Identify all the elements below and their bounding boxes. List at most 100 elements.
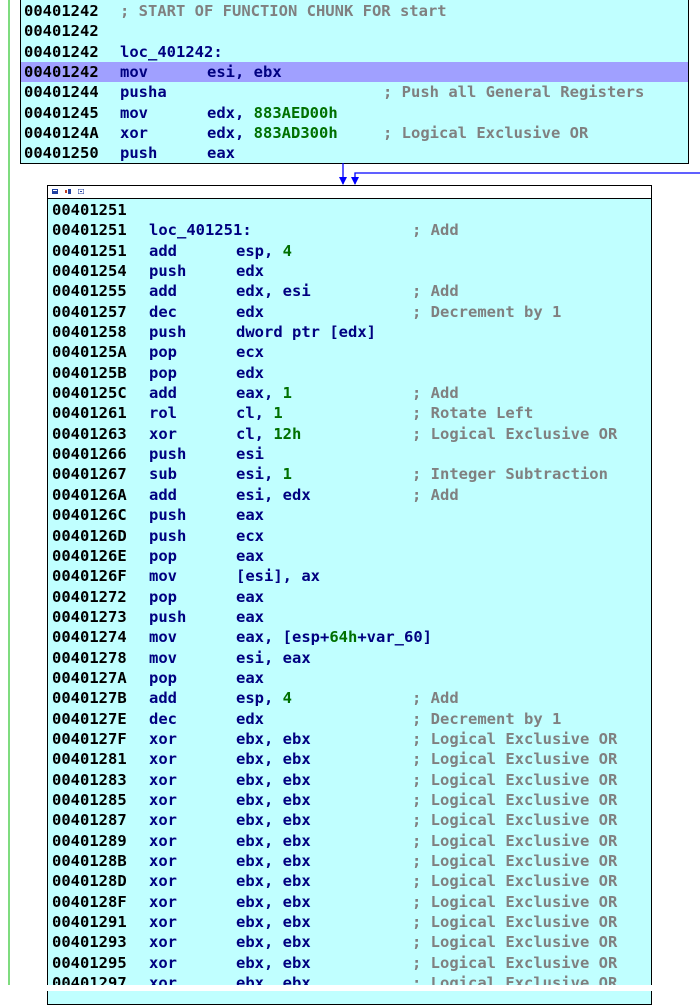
operand-text: esp,: [236, 689, 283, 708]
code-line[interactable]: 00401244 pusha ; Push all General Register…: [21, 82, 688, 102]
line-comment: ; Add: [412, 282, 459, 301]
code-line[interactable]: 0040126F mov [esi], ax: [48, 566, 651, 586]
operand-text: ebx, ebx: [236, 933, 311, 952]
operand-text: eax: [236, 607, 264, 626]
code-line[interactable]: 0040128D xor ebx, ebx ; Logical Exclusive O…: [48, 871, 651, 891]
line-address: 00401242: [24, 42, 99, 61]
graph-group-icon[interactable]: [78, 189, 84, 194]
code-line[interactable]: 00401289 xor ebx, ebx ; Logical Exclusive O…: [48, 831, 651, 851]
code-line[interactable]: 00401272 pop eax: [48, 587, 651, 607]
code-line[interactable]: 0040126E pop eax: [48, 546, 651, 566]
operand-text: ebx, ebx: [236, 831, 311, 850]
code-line[interactable]: 00401245 mov edx, 883AED00h: [21, 103, 688, 123]
line-address: 00401274: [52, 628, 127, 647]
operand-text: edx,: [207, 124, 254, 143]
code-block-start-chunk[interactable]: 00401242 ; START OF FUNCTION CHUNK FOR st…: [20, 0, 689, 164]
line-address: 00401251: [52, 201, 127, 219]
code-line[interactable]: 00401291 xor ebx, ebx ; Logical Exclusive O…: [48, 912, 651, 932]
operand-text: ecx: [236, 526, 264, 545]
edge-arrowhead-1: [339, 177, 347, 185]
line-comment: ; Logical Exclusive OR: [412, 424, 618, 443]
instruction-operands: ebx, ebx: [236, 729, 311, 749]
code-lines: 00401242 ; START OF FUNCTION CHUNK FOR st…: [21, 1, 688, 164]
instruction-mnemonic: push: [120, 144, 158, 163]
code-line[interactable]: 00401255 add edx, esi ; Add: [48, 281, 651, 301]
code-line[interactable]: 0040127E dec edx ; Decrement by 1: [48, 709, 651, 729]
instruction-mnemonic: rol: [149, 404, 177, 423]
line-comment: ; Logical Exclusive OR: [412, 750, 618, 769]
line-address: 00401273: [52, 607, 127, 626]
code-line[interactable]: 0040126A add esi, edx ; Add: [48, 485, 651, 505]
code-line[interactable]: 00401295 xor ebx, ebx ; Logical Exclusive O…: [48, 953, 651, 973]
code-line[interactable]: 00401242 mov esi, ebx: [21, 62, 688, 83]
code-line[interactable]: 00401251 add esp, 4: [48, 241, 651, 261]
code-line[interactable]: 00401285 xor ebx, ebx ; Logical Exclusive O…: [48, 790, 651, 810]
code-line[interactable]: 00401274 mov eax, [esp+64h+var_60]: [48, 627, 651, 647]
line-address: 00401250: [24, 144, 99, 163]
graph-set-color-icon[interactable]: [65, 189, 71, 194]
instruction-operands: edx, 883AD300h: [207, 123, 338, 143]
line-address: 00401272: [52, 587, 127, 606]
code-line[interactable]: 00401273 push eax: [48, 607, 651, 627]
operand-text: ebx, ebx: [236, 872, 311, 891]
instruction-mnemonic: dec: [149, 302, 177, 321]
operand-text: edx: [236, 363, 264, 382]
code-line[interactable]: 00401287 xor ebx, ebx ; Logical Exclusive O…: [48, 810, 651, 830]
operand-text: ebx, ebx: [236, 953, 311, 972]
code-line[interactable]: 00401263 xor cl, 12h ; Logical Exclusive OR: [48, 424, 651, 444]
line-address: 00401287: [52, 811, 127, 830]
operand-number: 4: [282, 241, 293, 260]
code-line[interactable]: 0040127A pop eax: [48, 668, 651, 688]
line-address: 0040126F: [52, 567, 127, 586]
code-line[interactable]: 0040127F xor ebx, ebx ; Logical Exclusive O…: [48, 729, 651, 749]
code-line[interactable]: 00401254 push edx: [48, 261, 651, 281]
graph-color-icon[interactable]: [52, 189, 58, 194]
code-line[interactable]: 00401258 push dword ptr [edx]: [48, 322, 651, 342]
code-line[interactable]: 00401257 dec edx ; Decrement by 1: [48, 302, 651, 322]
line-address: 00401242: [24, 2, 99, 20]
operand-text: eax, [esp+: [236, 628, 330, 647]
instruction-operands: edx: [236, 261, 264, 281]
code-line[interactable]: 00401250 push eax: [21, 143, 688, 163]
code-line[interactable]: 00401251 loc_401251: ; Add: [48, 220, 651, 240]
instruction-mnemonic: xor: [149, 933, 177, 952]
operand-text: esi, edx: [236, 485, 311, 504]
code-line[interactable]: 0040125B pop edx: [48, 363, 651, 383]
instruction-mnemonic: add: [149, 282, 177, 301]
code-line[interactable]: 0040127B add esp, 4 ; Add: [48, 688, 651, 708]
code-line[interactable]: 00401261 rol cl, 1 ; Rotate Left: [48, 403, 651, 423]
line-address: 0040127E: [52, 709, 127, 728]
code-line[interactable]: 00401251: [48, 200, 651, 220]
code-line[interactable]: 00401267 sub esi, 1 ; Integer Subtraction: [48, 464, 651, 484]
line-address: 0040125B: [52, 363, 127, 382]
code-line[interactable]: 00401266 push esi: [48, 444, 651, 464]
code-line[interactable]: 0040124A xor edx, 883AD300h ; Logical Exclu…: [21, 123, 688, 143]
line-address: 0040126D: [52, 526, 127, 545]
status-strip: [0, 985, 700, 991]
code-block-loc-401251[interactable]: 00401251 00401251 loc_401251:; Add 00401251…: [47, 185, 652, 1005]
operand-text: ebx, ebx: [236, 790, 311, 809]
code-line[interactable]: 00401281 xor ebx, ebx ; Logical Exclusive O…: [48, 749, 651, 769]
line-address: 00401278: [52, 648, 127, 667]
line-comment: ; Rotate Left: [412, 404, 534, 423]
line-comment: ; Add: [412, 384, 459, 403]
code-line[interactable]: 0040125C add eax, 1 ; Add: [48, 383, 651, 403]
code-line[interactable]: 00401283 xor ebx, ebx ; Logical Exclusive O…: [48, 770, 651, 790]
operand-text: eax: [236, 506, 264, 525]
code-line[interactable]: 00401278 mov esi, eax: [48, 648, 651, 668]
code-line[interactable]: 0040125A pop ecx: [48, 342, 651, 362]
line-address: 00401266: [52, 445, 127, 464]
code-line[interactable]: 0040126C push eax: [48, 505, 651, 525]
code-line[interactable]: 0040128B xor ebx, ebx ; Logical Exclusive O…: [48, 851, 651, 871]
instruction-mnemonic: xor: [149, 953, 177, 972]
code-line[interactable]: 00401242 ; START OF FUNCTION CHUNK FOR st…: [21, 1, 688, 21]
code-line[interactable]: 00401242 loc_401242:: [21, 42, 688, 62]
instruction-mnemonic: sub: [149, 465, 177, 484]
instruction-mnemonic: push: [149, 323, 187, 342]
instruction-operands: eax, [esp+64h+var_60]: [236, 627, 432, 647]
code-line[interactable]: 00401293 xor ebx, ebx ; Logical Exclusive O…: [48, 932, 651, 952]
code-line[interactable]: 00401242: [21, 21, 688, 41]
code-line[interactable]: 0040126D push ecx: [48, 526, 651, 546]
operand-text: esi, eax: [236, 648, 311, 667]
code-line[interactable]: 0040128F xor ebx, ebx ; Logical Exclusive O…: [48, 892, 651, 912]
